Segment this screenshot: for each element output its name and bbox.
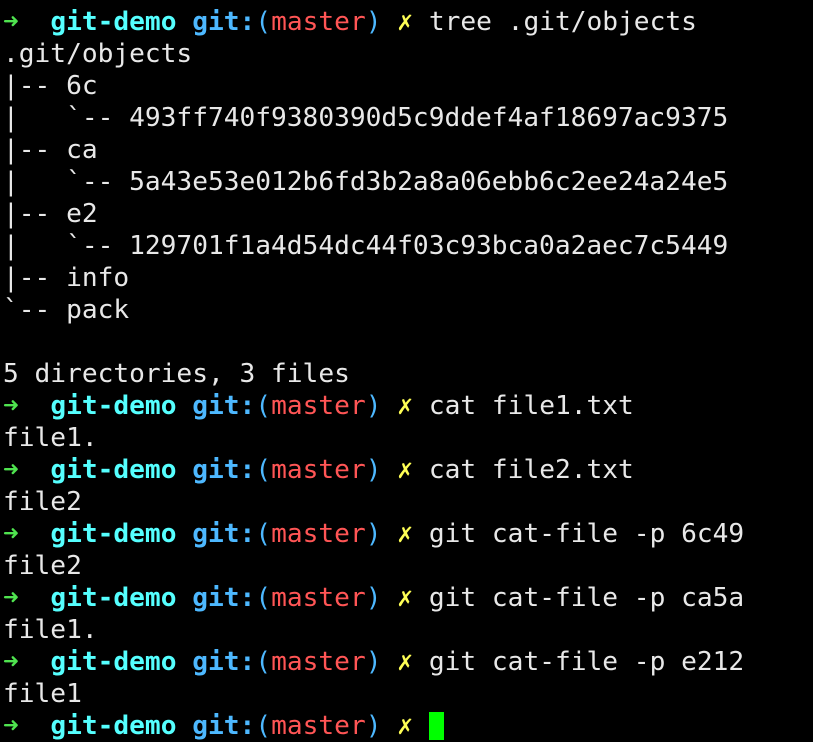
output-line: file1.	[3, 422, 744, 454]
prompt-command: cat file2.txt	[428, 455, 634, 485]
prompt-directory: git-demo	[50, 711, 177, 741]
output-line: |-- ca	[3, 134, 744, 166]
prompt-arrow-icon: ➜	[3, 7, 19, 37]
prompt-paren-open: (	[255, 711, 272, 741]
prompt-arrow-icon: ➜	[3, 711, 19, 741]
dirty-mark-icon: ✗	[397, 711, 414, 741]
prompt-line: ➜ git-demo git:(master) ✗ git cat-file -…	[3, 518, 744, 550]
prompt-git-label: git:	[192, 391, 256, 421]
prompt-directory: git-demo	[50, 519, 177, 549]
output-line: file2	[3, 486, 744, 518]
output-text: file1.	[3, 423, 98, 453]
prompt-line: ➜ git-demo git:(master) ✗ cat file1.txt	[3, 390, 744, 422]
output-line: | `-- 5a43e53e012b6fd3b2a8a06ebb6c2ee24a…	[3, 166, 744, 198]
prompt-arrow-icon: ➜	[3, 583, 19, 613]
prompt-paren-close: )	[365, 519, 382, 549]
prompt-paren-open: (	[255, 519, 272, 549]
output-line: file1	[3, 678, 744, 710]
dirty-mark-icon: ✗	[397, 519, 414, 549]
prompt-paren-open: (	[255, 455, 272, 485]
prompt-directory: git-demo	[50, 455, 177, 485]
prompt-arrow-icon: ➜	[3, 647, 19, 677]
prompt-command: tree .git/objects	[428, 7, 697, 37]
output-text: | `-- 493ff740f9380390d5c9ddef4af18697ac…	[3, 103, 729, 133]
terminal-cursor	[428, 712, 444, 740]
dirty-mark-icon: ✗	[397, 647, 414, 677]
prompt-branch: master	[271, 7, 366, 37]
dirty-mark-icon: ✗	[397, 7, 414, 37]
output-text: .git/objects	[3, 39, 193, 69]
prompt-arrow-icon: ➜	[3, 391, 19, 421]
prompt-paren-open: (	[255, 7, 272, 37]
prompt-command: git cat-file -p e212	[428, 647, 745, 677]
prompt-directory: git-demo	[50, 391, 177, 421]
prompt-arrow-icon: ➜	[3, 455, 19, 485]
prompt-git-label: git:	[192, 455, 256, 485]
output-line: |-- 6c	[3, 70, 744, 102]
terminal-output[interactable]: ` ➜ git-demo git:(master) ✗ tree .git/ob…	[3, 0, 744, 742]
output-line: |-- e2	[3, 198, 744, 230]
prompt-paren-close: )	[365, 711, 382, 741]
output-line: |-- info	[3, 262, 744, 294]
dirty-mark-icon: ✗	[397, 391, 414, 421]
output-text: |-- ca	[3, 135, 98, 165]
output-line: | `-- 129701f1a4d54dc44f03c93bca0a2aec7c…	[3, 230, 744, 262]
prompt-paren-close: )	[365, 583, 382, 613]
output-line: file1.	[3, 614, 744, 646]
prompt-paren-open: (	[255, 583, 272, 613]
prompt-branch: master	[271, 455, 366, 485]
output-line: .git/objects	[3, 38, 744, 70]
prompt-directory: git-demo	[50, 583, 177, 613]
prompt-command: git cat-file -p ca5a	[428, 583, 745, 613]
prompt-command: git cat-file -p 6c49	[428, 519, 745, 549]
prompt-git-label: git:	[192, 647, 256, 677]
output-text: file1.	[3, 615, 98, 645]
output-line: | `-- 493ff740f9380390d5c9ddef4af18697ac…	[3, 102, 744, 134]
prompt-paren-close: )	[365, 7, 382, 37]
prompt-directory: git-demo	[50, 7, 177, 37]
prompt-git-label: git:	[192, 711, 256, 741]
prompt-branch: master	[271, 519, 366, 549]
prompt-branch: master	[271, 647, 366, 677]
output-text: |-- 6c	[3, 71, 98, 101]
prompt-directory: git-demo	[50, 647, 177, 677]
prompt-paren-open: (	[255, 647, 272, 677]
dirty-mark-icon: ✗	[397, 455, 414, 485]
prompt-paren-close: )	[365, 647, 382, 677]
prompt-line: ➜ git-demo git:(master) ✗ git cat-file -…	[3, 582, 744, 614]
prompt-git-label: git:	[192, 583, 256, 613]
output-text: file2	[3, 551, 82, 581]
output-line: 5 directories, 3 files	[3, 358, 744, 390]
output-text: |-- info	[3, 263, 130, 293]
prompt-git-label: git:	[192, 7, 256, 37]
prompt-line: ➜ git-demo git:(master) ✗ cat file2.txt	[3, 454, 744, 486]
prompt-line: ➜ git-demo git:(master) ✗ git cat-file -…	[3, 646, 744, 678]
output-text: | `-- 129701f1a4d54dc44f03c93bca0a2aec7c…	[3, 231, 729, 261]
prompt-git-label: git:	[192, 519, 256, 549]
output-line: file2	[3, 550, 744, 582]
output-text: file2	[3, 487, 82, 517]
prompt-arrow-icon: ➜	[3, 519, 19, 549]
prompt-paren-close: )	[365, 455, 382, 485]
output-text: 5 directories, 3 files	[3, 359, 350, 389]
prompt-paren-close: )	[365, 391, 382, 421]
output-text: | `-- 5a43e53e012b6fd3b2a8a06ebb6c2ee24a…	[3, 167, 729, 197]
output-text: file1	[3, 679, 82, 709]
output-text: `	[3, 0, 66, 5]
prompt-command: cat file1.txt	[428, 391, 634, 421]
prompt-line: ➜ git-demo git:(master) ✗ tree .git/obje…	[3, 6, 744, 38]
output-text: `-- pack	[3, 295, 130, 325]
prompt-branch: master	[271, 391, 366, 421]
dirty-mark-icon: ✗	[397, 583, 414, 613]
prompt-branch: master	[271, 711, 366, 741]
prompt-branch: master	[271, 583, 366, 613]
output-text: |-- e2	[3, 199, 98, 229]
output-line: `-- pack	[3, 294, 744, 326]
prompt-paren-open: (	[255, 391, 272, 421]
